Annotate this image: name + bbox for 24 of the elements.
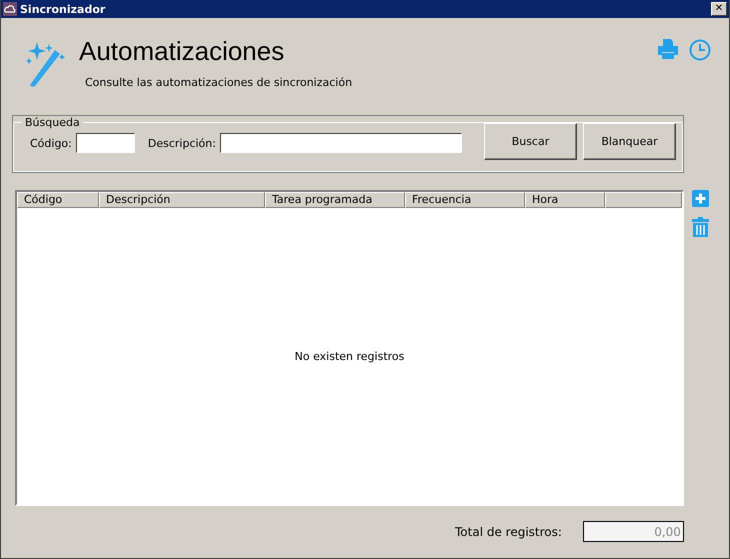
column-header[interactable]: Frecuencia <box>405 192 525 208</box>
page-subtitle: Consulte las automatizaciones de sincronización <box>85 76 352 89</box>
trash-icon[interactable] <box>692 217 709 237</box>
description-field[interactable] <box>220 133 462 153</box>
clear-button[interactable]: Blanquear <box>582 122 676 160</box>
code-label: Código: <box>30 136 72 150</box>
empty-message: No existen registros <box>294 350 404 362</box>
search-button[interactable]: Buscar <box>484 122 577 160</box>
cloud-icon <box>3 2 17 16</box>
column-header[interactable]: Hora <box>525 192 605 208</box>
column-header[interactable]: Código <box>17 192 99 208</box>
window-title: Sincronizador <box>20 2 106 16</box>
add-icon[interactable] <box>692 190 709 207</box>
description-label: Descripción: <box>148 136 216 150</box>
total-label: Total de registros: <box>455 524 562 538</box>
code-field[interactable] <box>76 133 135 153</box>
group-label: Búsqueda <box>24 116 81 129</box>
printer-icon[interactable] <box>657 39 679 59</box>
column-header[interactable]: Tarea programada <box>265 192 405 208</box>
close-button[interactable]: ✕ <box>711 2 727 16</box>
total-field: 0,00 <box>582 521 684 542</box>
column-header[interactable]: Descripción <box>99 192 265 208</box>
clock-icon[interactable] <box>689 39 711 61</box>
page-title: Automatizaciones <box>79 36 286 66</box>
